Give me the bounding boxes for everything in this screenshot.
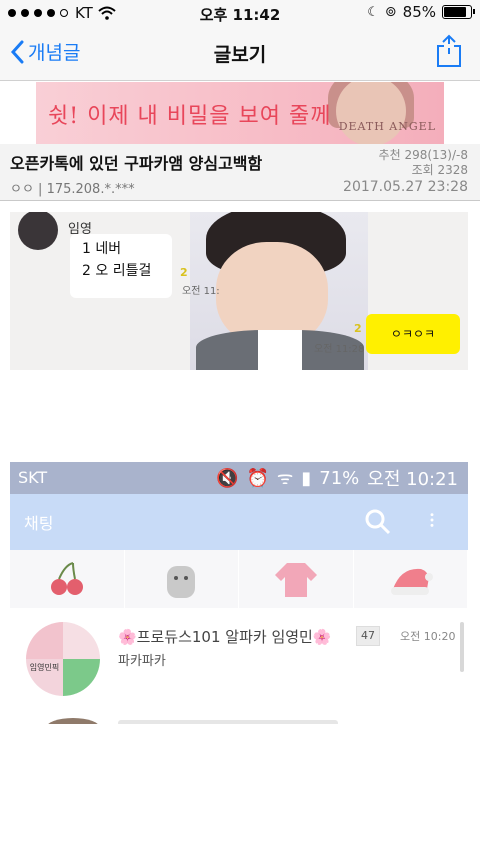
post-date: 2017.05.27 23:28 [343, 179, 468, 195]
status-time: 오전 10:21 [367, 469, 458, 490]
message-time: 오전 11: [182, 286, 220, 297]
character-icon [167, 566, 196, 598]
chat-list-item[interactable]: 임영민픽 🌸프로듀스101 알파카 임영민🌸 47 오전 10:20 파카파카 [10, 612, 468, 708]
next-chat-item-peek [10, 708, 468, 724]
avatar-quadrant [63, 622, 100, 659]
sent-message-bubble: ㅇㅋㅇㅋ [366, 314, 460, 354]
banner-text: 쉿! 이제 내 비밀을 보여 줄께 [48, 104, 332, 129]
signal-icon: ▮ [301, 467, 312, 489]
view-count: 조회 2328 [411, 163, 468, 177]
banner-logo: DEATH ANGEL [338, 120, 436, 133]
wifi-icon: ᯤ [276, 468, 294, 489]
navigation-bar: 개념글 글보기 [0, 26, 480, 81]
chat-last-message: 파카파카 [118, 654, 166, 669]
tab-sweater [239, 550, 354, 608]
post-author: ㅇㅇ | 175.208.*.*** [10, 182, 135, 197]
post-title: 오픈카톡에 있던 구파카앰 양심고백함 [10, 154, 263, 173]
app-title: 채팅 [24, 514, 54, 533]
avatar-quadrant [26, 622, 63, 659]
battery-percent: 85% [402, 3, 436, 21]
post-image-kakao-list: SKT 🔇 ⏰ ᯤ ▮ 71% 오전 10:21 채팅 임영민픽 🌸프로듀스10… [10, 462, 468, 724]
tab-santa-hat [354, 550, 468, 608]
post-image-chat: 임영 1 네버 2 오 리틀걸 2 오전 11: 2 오전 11:28 ㅇㅋㅇㅋ [10, 212, 468, 370]
avatar: 임영민픽 [26, 622, 100, 696]
chat-time: 오전 10:20 [400, 630, 456, 643]
post-stats: 추천 298(13)/-8 조회 2328 [379, 148, 468, 178]
status-right: ☾ ⊚ 85% [367, 3, 475, 21]
list-item [118, 720, 338, 724]
battery-icon [442, 5, 475, 19]
android-status-right: 🔇 ⏰ ᯤ ▮ 71% 오전 10:21 [216, 465, 458, 491]
member-count-badge: 47 [356, 626, 380, 646]
battery-fill [444, 7, 466, 17]
carrier-label: SKT [18, 468, 48, 487]
tab-character [125, 550, 239, 608]
unread-count: 2 [180, 266, 188, 279]
mute-icon: 🔇 [216, 467, 239, 489]
rotation-lock-icon: ⊚ [384, 4, 397, 20]
post-header: 오픈카톡에 있던 구파카앰 양심고백함 ㅇㅇ | 175.208.*.*** 추… [0, 144, 480, 201]
app-bar: 채팅 [10, 494, 468, 550]
santa-hat-icon [391, 568, 434, 595]
avatar-quadrant-label: 임영민픽 [26, 659, 63, 696]
page-title: 글보기 [213, 44, 267, 66]
scrollbar [460, 622, 464, 672]
share-icon [437, 34, 461, 67]
message-time: 오전 11:28 [314, 344, 365, 355]
battery-percent: 71% [319, 467, 360, 489]
received-message-bubble: 1 네버 2 오 리틀걸 [70, 234, 172, 298]
emoji-tabs [10, 550, 468, 608]
recommend-count: 추천 298(13)/-8 [378, 148, 468, 162]
status-bar: KT 오후 11:42 ☾ ⊚ 85% [0, 0, 480, 26]
message-line: 1 네버 [82, 241, 122, 257]
share-button[interactable] [436, 34, 462, 72]
photo-shirt [258, 330, 302, 370]
avatar [46, 718, 100, 724]
tab-cherry [10, 550, 125, 608]
message-line: 2 오 리틀걸 [82, 263, 152, 279]
android-status-bar: SKT 🔇 ⏰ ᯤ ▮ 71% 오전 10:21 [10, 462, 468, 494]
more-vert-icon [430, 513, 434, 527]
cherry-icon [50, 562, 83, 595]
alarm-icon: ⏰ [246, 467, 269, 489]
avatar-quadrant [63, 659, 100, 696]
banner-character [336, 82, 406, 144]
sweater-icon [274, 563, 317, 597]
moon-icon: ☾ [367, 4, 379, 20]
avatar [18, 212, 58, 250]
search-icon [365, 509, 391, 535]
chat-name: 🌸프로듀스101 알파카 임영민🌸 [118, 628, 332, 646]
banner-ad[interactable]: 쉿! 이제 내 비밀을 보여 줄께 DEATH ANGEL [36, 82, 444, 144]
unread-count: 2 [354, 322, 362, 335]
